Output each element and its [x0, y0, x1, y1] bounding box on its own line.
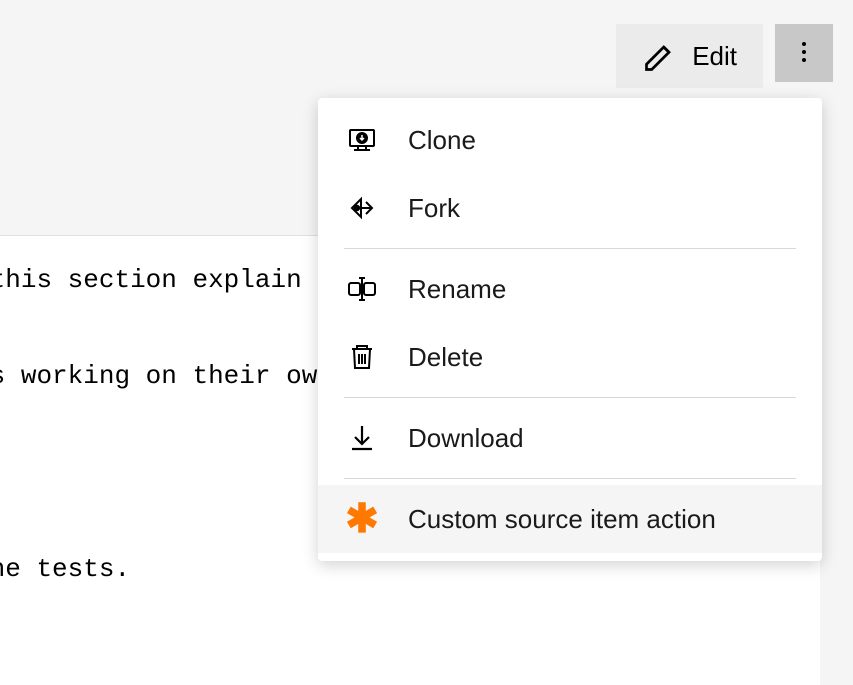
download-icon: [344, 420, 380, 456]
asterisk-icon: ✱: [344, 501, 380, 537]
menu-label: Clone: [408, 125, 476, 156]
more-vertical-icon: [795, 40, 813, 67]
pencil-icon: [642, 38, 678, 74]
menu-label: Fork: [408, 193, 460, 224]
trash-icon: [344, 339, 380, 375]
menu-item-delete[interactable]: Delete: [318, 323, 822, 391]
toolbar: Edit: [0, 0, 853, 105]
menu-label: Custom source item action: [408, 504, 716, 535]
edit-button[interactable]: Edit: [616, 24, 763, 88]
menu-item-download[interactable]: Download: [318, 404, 822, 472]
menu-label: Delete: [408, 342, 483, 373]
edit-label: Edit: [692, 41, 737, 72]
actions-dropdown: Clone Fork Rename: [318, 98, 822, 561]
menu-divider: [344, 397, 796, 398]
menu-item-clone[interactable]: Clone: [318, 106, 822, 174]
clone-icon: [344, 122, 380, 158]
menu-label: Rename: [408, 274, 506, 305]
rename-icon: [344, 271, 380, 307]
fork-icon: [344, 190, 380, 226]
more-actions-button[interactable]: [775, 24, 833, 82]
menu-divider: [344, 478, 796, 479]
menu-item-rename[interactable]: Rename: [318, 255, 822, 323]
menu-item-fork[interactable]: Fork: [318, 174, 822, 242]
menu-divider: [344, 248, 796, 249]
menu-label: Download: [408, 423, 524, 454]
menu-item-custom-action[interactable]: ✱ Custom source item action: [318, 485, 822, 553]
